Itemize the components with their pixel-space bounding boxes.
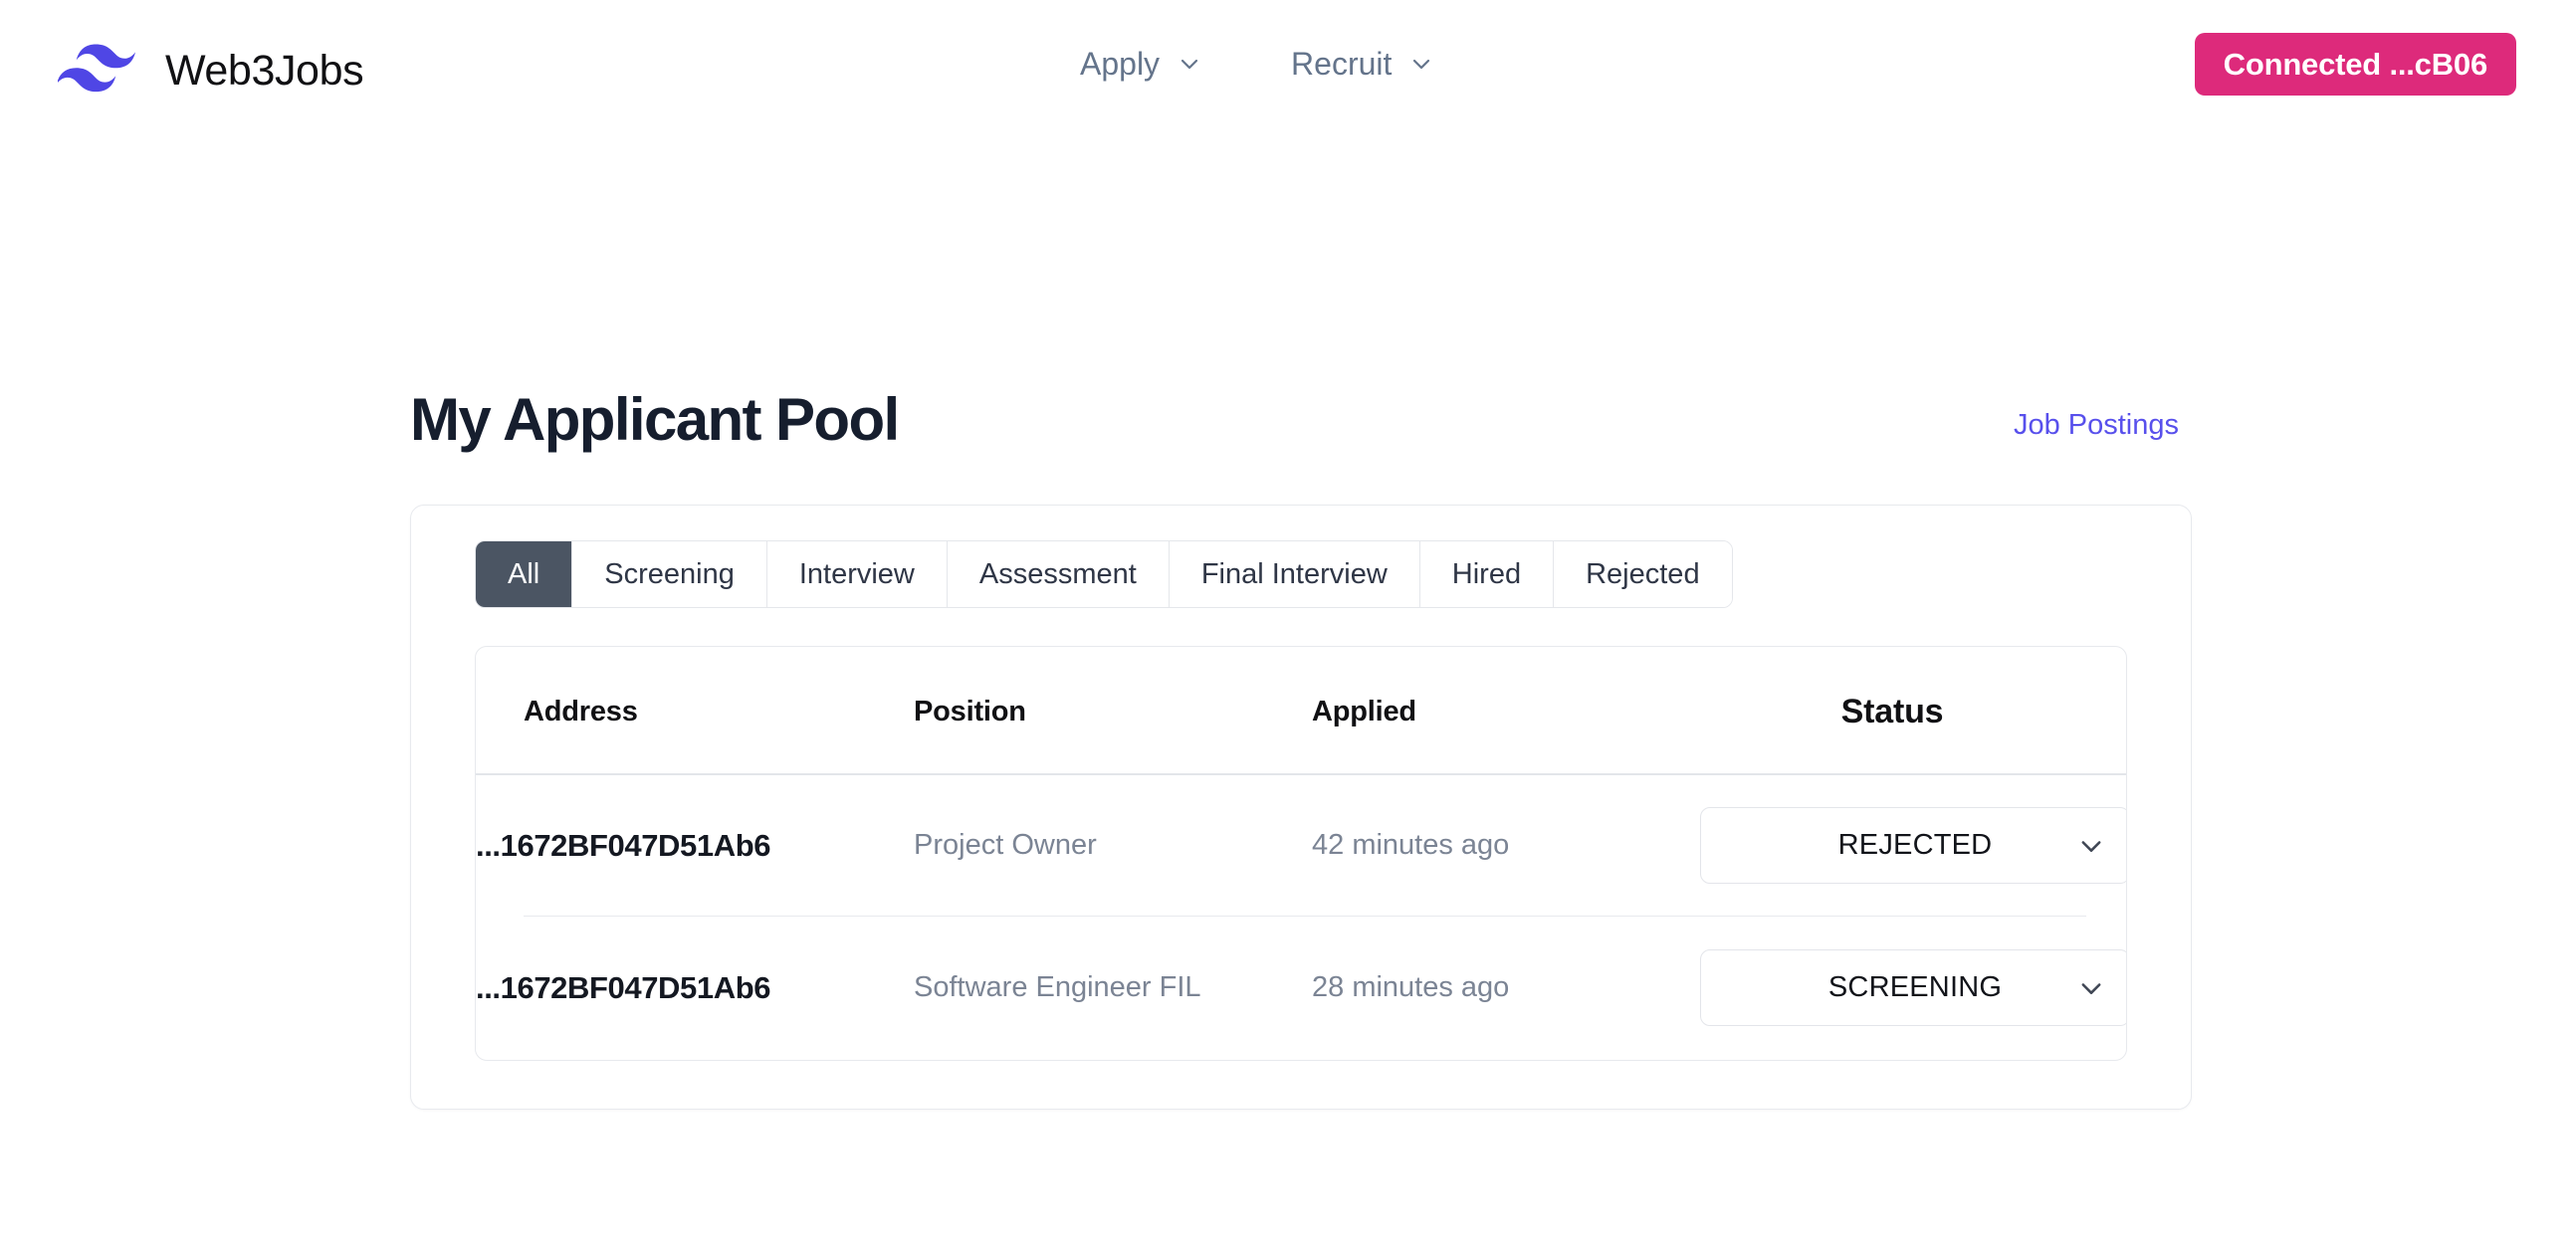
chevron-down-icon: [2077, 974, 2105, 1002]
column-header-position: Position: [914, 647, 1312, 775]
cell-applied: 28 minutes ago: [1312, 971, 1510, 1003]
tab-hired[interactable]: Hired: [1419, 541, 1555, 607]
cell-position: Project Owner: [914, 774, 1312, 917]
status-dropdown[interactable]: REJECTED: [1700, 807, 2126, 885]
tab-interview[interactable]: Interview: [766, 541, 948, 607]
applicant-pool-panel: All Screening Interview Assessment Final…: [410, 505, 2192, 1110]
cell-status: REJECTED: [1700, 774, 2126, 917]
cell-address: ...1672BF047D51Ab6: [476, 969, 771, 1005]
tab-all[interactable]: All: [476, 541, 573, 607]
nav-item-apply-label: Apply: [1080, 46, 1161, 82]
table-row: ...1672BF047D51Ab6 Software Engineer FIL…: [476, 917, 2126, 1059]
cell-applied: 42 minutes ago: [1312, 774, 1700, 917]
chevron-down-icon: [2077, 832, 2105, 860]
column-header-status: Status: [1700, 647, 2126, 775]
nav-links: Apply Recruit: [1080, 48, 1433, 80]
cell-position: Software Engineer FIL: [914, 971, 1201, 1003]
column-header-address: Address: [476, 647, 914, 775]
connected-wallet-button[interactable]: Connected ...cB06: [2194, 33, 2516, 96]
status-dropdown-value: REJECTED: [1837, 829, 1993, 862]
applicants-table-card: Address Position Applied Status ...1672B…: [475, 646, 2127, 1061]
table-body: ...1672BF047D51Ab6 Project Owner 42 minu…: [476, 774, 2126, 1059]
table-header: Address Position Applied Status: [476, 647, 2126, 775]
status-dropdown-value: SCREENING: [1827, 971, 2003, 1003]
tab-rejected[interactable]: Rejected: [1554, 541, 1732, 607]
chevron-down-icon: [1178, 52, 1201, 76]
cell-address: ...1672BF047D51Ab6: [476, 774, 914, 917]
nav-item-apply[interactable]: Apply: [1080, 48, 1201, 80]
applicants-table: Address Position Applied Status ...1672B…: [476, 647, 2126, 1060]
tab-screening[interactable]: Screening: [572, 541, 767, 607]
tab-final-interview[interactable]: Final Interview: [1169, 541, 1420, 607]
cell-status: SCREENING: [1700, 917, 2126, 1059]
table-row: ...1672BF047D51Ab6 Project Owner 42 minu…: [476, 774, 2126, 917]
page-header: My Applicant Pool Job Postings: [410, 385, 2192, 459]
applicant-pool-section: My Applicant Pool Job Postings All Scree…: [410, 385, 2192, 1110]
brand[interactable]: Web3Jobs: [56, 40, 364, 102]
status-dropdown[interactable]: SCREENING: [1700, 949, 2126, 1026]
nav-item-recruit-label: Recruit: [1291, 46, 1393, 82]
page-title: My Applicant Pool: [410, 386, 900, 453]
chevron-down-icon: [1409, 52, 1433, 76]
top-navbar: Web3Jobs Apply Recruit Connected ...cB06: [0, 0, 2576, 154]
column-header-applied: Applied: [1312, 647, 1700, 775]
tab-assessment[interactable]: Assessment: [947, 541, 1170, 607]
table-header-row: Address Position Applied Status: [476, 647, 2126, 775]
nav-item-recruit[interactable]: Recruit: [1291, 48, 1433, 80]
brand-name: Web3Jobs: [165, 46, 364, 95]
wave-logo-icon: [56, 40, 143, 102]
status-filter-tabs: All Screening Interview Assessment Final…: [475, 540, 1733, 608]
job-postings-link[interactable]: Job Postings: [2014, 411, 2179, 440]
